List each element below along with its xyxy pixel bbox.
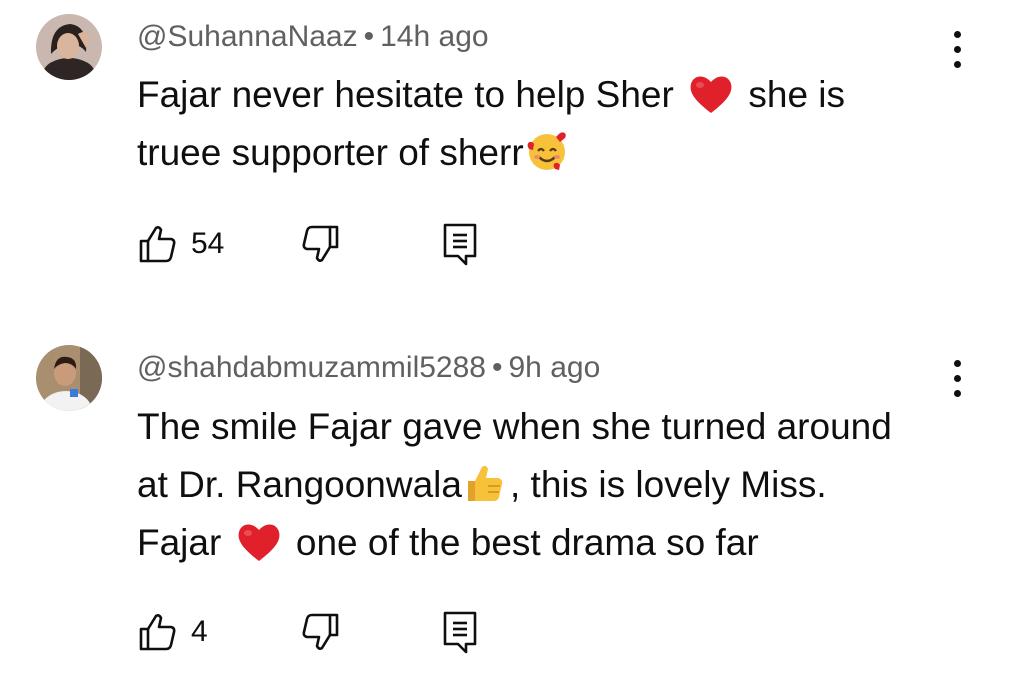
comment-text-line: Fajar one of the best drama so far xyxy=(137,521,759,563)
heart-emoji-icon xyxy=(688,73,734,115)
comment-text-line: truee supporter of sherr xyxy=(137,124,947,182)
comment-meta: @SuhannaNaaz • 14h ago xyxy=(137,19,489,55)
avatar[interactable] xyxy=(36,345,102,411)
thumbs-down-outline-icon xyxy=(301,224,341,264)
comment-author[interactable]: @SuhannaNaaz xyxy=(137,20,358,53)
like-count: 54 xyxy=(191,227,225,260)
thumbs-up-outline-icon xyxy=(137,612,177,652)
comment-actions: 4 xyxy=(137,607,537,657)
dislike-button[interactable] xyxy=(301,607,341,657)
dislike-button[interactable] xyxy=(301,219,341,269)
comment-meta: @shahdabmuzammil5288 • 9h ago xyxy=(137,350,600,386)
meta-separator: • xyxy=(491,351,503,384)
smiling-face-with-hearts-emoji-icon xyxy=(524,127,570,173)
reply-button[interactable] xyxy=(442,219,478,269)
comment-author[interactable]: @shahdabmuzammil5288 xyxy=(137,351,486,384)
more-vertical-icon[interactable] xyxy=(944,354,970,404)
thumbs-down-outline-icon xyxy=(301,612,341,652)
like-button[interactable]: 4 xyxy=(137,607,208,657)
more-vertical-icon[interactable] xyxy=(944,25,970,75)
comment-actions: 54 xyxy=(137,219,537,269)
like-button[interactable]: 54 xyxy=(137,219,224,269)
comment-item: @shahdabmuzammil5288 • 9h ago The smile Fa… xyxy=(0,300,1024,681)
avatar[interactable] xyxy=(36,14,102,80)
reply-comment-icon xyxy=(442,222,478,266)
comment-text: Fajar never hesitate to help Sher she is… xyxy=(137,66,947,182)
like-count: 4 xyxy=(191,615,208,648)
thumbs-up-emoji-icon xyxy=(462,461,506,505)
comment-time[interactable]: 9h ago xyxy=(509,351,601,384)
comment-text: The smile Fajar gave when she turned aro… xyxy=(137,398,947,572)
comment-text-line: Fajar never hesitate to help Sher she is xyxy=(137,73,846,115)
comment-text-line: at Dr. Rangoonwala, this is lovely Miss. xyxy=(137,456,947,514)
comment-text-line: The smile Fajar gave when she turned aro… xyxy=(137,406,892,447)
reply-button[interactable] xyxy=(442,607,478,657)
reply-comment-icon xyxy=(442,610,478,654)
comment-item: @SuhannaNaaz • 14h ago Fajar never hesitat… xyxy=(0,0,1024,300)
thumbs-up-outline-icon xyxy=(137,224,177,264)
heart-emoji-icon xyxy=(236,521,282,563)
comment-time[interactable]: 14h ago xyxy=(380,20,488,53)
meta-separator: • xyxy=(363,20,375,53)
